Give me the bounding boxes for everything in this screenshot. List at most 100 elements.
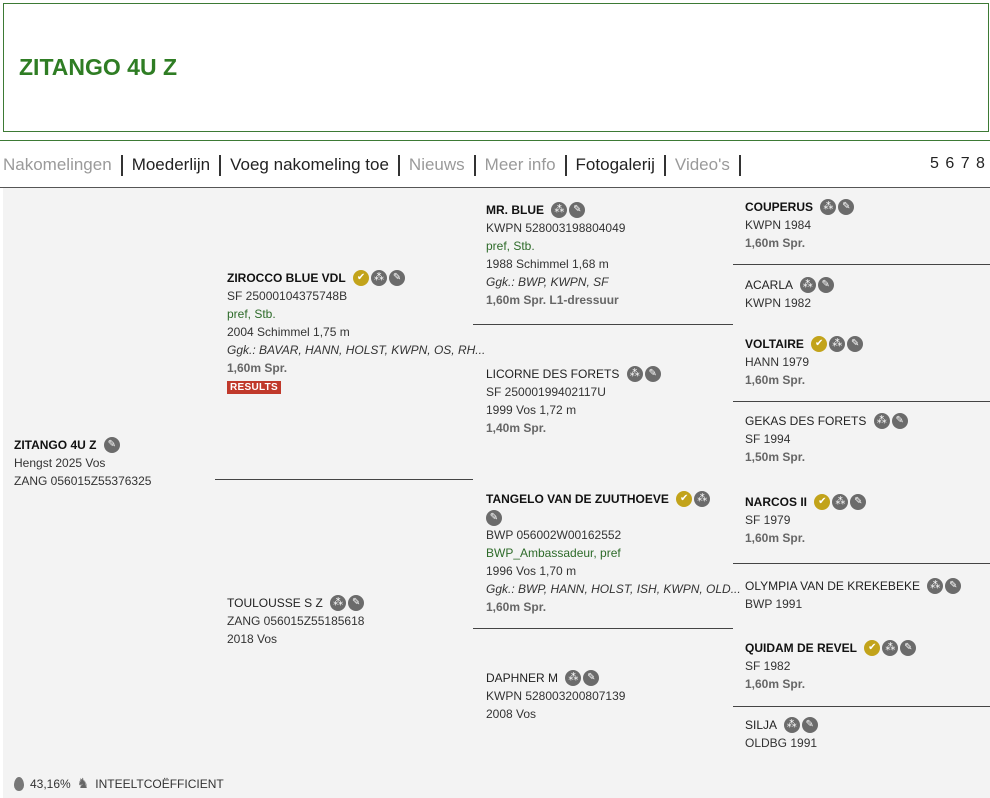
nav-voeg-nakomeling[interactable]: Voeg nakomeling toe [230,155,389,175]
nav-separator [219,154,222,176]
award-icon[interactable]: ✔ [811,335,828,352]
ssd-name[interactable]: ACARLA [745,278,792,292]
page-title: ZITANGO 4U Z [19,54,178,80]
pedigree-icon[interactable]: ⁂ [820,198,837,215]
sd-performance: 1,40m Spr. [486,421,547,435]
edit-icon[interactable]: ✎ [838,198,855,215]
edit-icon[interactable]: ✎ [817,276,834,293]
dam-reg: ZANG 056015Z55185618 [227,614,365,628]
dam-sire: TANGELO VAN DE ZUUTHOEVE ✔ ⁂ ✎ BWP 05600… [486,490,741,616]
edit-icon[interactable]: ✎ [569,201,586,218]
sss-name[interactable]: COUPERUS [745,200,813,214]
sire: ZIROCCO BLUE VDL ✔ ⁂ ✎ SF 25000104375748… [227,269,485,395]
sire-sire: MR. BLUE ⁂ ✎ KWPN 528003198804049 pref, … [486,201,625,309]
dd-name[interactable]: DAPHNER M [486,671,558,685]
nav-fotogalerij[interactable]: Fotogalerij [576,155,655,175]
edit-icon[interactable]: ✎ [891,412,908,429]
divider [215,479,473,480]
ssd-info: KWPN 1982 [745,296,812,310]
pedigree-icon[interactable]: ⁂ [832,493,849,510]
sire-dam: LICORNE DES FORETS ⁂ ✎ SF 25000199402117… [486,365,661,437]
nav-separator [738,154,741,176]
header-box: ZITANGO 4U Z [3,3,989,132]
edit-icon[interactable]: ✎ [389,269,406,286]
nav-meer-info[interactable]: Meer info [485,155,556,175]
edit-icon[interactable]: ✎ [583,669,600,686]
dam-name[interactable]: TOULOUSSE S Z [227,596,323,610]
ss-name[interactable]: MR. BLUE [486,203,544,217]
generation-pages[interactable]: 5 6 7 8 9 [930,155,990,173]
ss-predicate: pref, Stb. [486,239,535,253]
pedigree-icon[interactable]: ⁂ [330,594,347,611]
nav-videos[interactable]: Video's [675,155,730,175]
subject-reg: ZANG 056015Z55376325 [14,474,152,488]
sdd: GEKAS DES FORETS ⁂ ✎ SF 1994 1,50m Spr. [745,412,908,466]
ds-name[interactable]: TANGELO VAN DE ZUUTHOEVE [486,492,669,506]
edit-icon[interactable]: ✎ [486,509,502,526]
pedigree-icon[interactable]: ⁂ [882,639,899,656]
pedigree-icon[interactable]: ⁂ [626,365,643,382]
dss-info: SF 1979 [745,513,791,527]
header-divider [0,140,990,141]
sd-info: 1999 Vos 1,72 m [486,403,577,417]
ssd: ACARLA ⁂ ✎ KWPN 1982 [745,276,834,312]
pedigree-tree: ZITANGO 4U Z ✎ Hengst 2025 Vos ZANG 0560… [3,188,990,798]
nav-separator [397,154,400,176]
sd-name[interactable]: LICORNE DES FORETS [486,367,619,381]
pedigree-icon[interactable]: ⁂ [565,669,582,686]
sire-name[interactable]: ZIROCCO BLUE VDL [227,271,346,285]
edit-icon[interactable]: ✎ [945,577,962,594]
sds-name[interactable]: VOLTAIRE [745,337,804,351]
dd-info: 2008 Vos [486,707,537,721]
divider [473,628,733,629]
nav-nieuws[interactable]: Nieuws [409,155,465,175]
pedigree-icon[interactable]: ⁂ [799,276,816,293]
sdd-name[interactable]: GEKAS DES FORETS [745,414,866,428]
nav-nakomelingen[interactable]: Nakomelingen [3,155,112,175]
award-icon[interactable]: ✔ [814,493,831,510]
nav-separator [473,154,476,176]
edit-icon[interactable]: ✎ [847,335,864,352]
award-icon[interactable]: ✔ [353,269,370,286]
pedigree-icon[interactable]: ⁂ [371,269,388,286]
dds-name[interactable]: QUIDAM DE REVEL [745,641,857,655]
horse-icon: ♞ [76,775,90,791]
dss-name[interactable]: NARCOS II [745,495,807,509]
dds: QUIDAM DE REVEL ✔ ⁂ ✎ SF 1982 1,60m Spr. [745,639,917,693]
edit-icon[interactable]: ✎ [103,436,120,453]
inbreeding-label: INTEELTCOËFFICIENT [95,776,224,791]
pedigree-icon[interactable]: ⁂ [783,716,800,733]
edit-icon[interactable]: ✎ [644,365,661,382]
drop-icon [14,776,24,791]
sds-info: HANN 1979 [745,355,810,369]
divider [733,563,990,564]
subject-name[interactable]: ZITANGO 4U Z [14,438,96,452]
award-icon[interactable]: ✔ [676,490,693,507]
dam-info: 2018 Vos [227,632,278,646]
results-badge[interactable]: RESULTS [227,381,282,394]
nav-separator [564,154,567,176]
edit-icon[interactable]: ✎ [900,639,917,656]
pedigree-icon[interactable]: ⁂ [927,577,944,594]
edit-icon[interactable]: ✎ [801,716,818,733]
sds: VOLTAIRE ✔ ⁂ ✎ HANN 1979 1,60m Spr. [745,335,864,389]
edit-icon[interactable]: ✎ [348,594,365,611]
dd-reg: KWPN 528003200807139 [486,689,626,703]
ddd-name[interactable]: SILJA [745,718,776,732]
divider [473,324,733,325]
dsd-name[interactable]: OLYMPIA VAN DE KREKEBEKE [745,579,920,593]
pedigree-icon[interactable]: ⁂ [694,490,711,507]
divider [733,264,990,265]
edit-icon[interactable]: ✎ [850,493,867,510]
ddd-info: OLDBG 1991 [745,736,818,750]
nav-bar: Nakomelingen Moederlijn Voeg nakomeling … [3,152,750,178]
nav-moederlijn[interactable]: Moederlijn [132,155,210,175]
sss: COUPERUS ⁂ ✎ KWPN 1984 1,60m Spr. [745,198,855,252]
award-icon[interactable]: ✔ [864,639,881,656]
pedigree-icon[interactable]: ⁂ [551,201,568,218]
ss-ggk: Ggk.: BWP, KWPN, SF [486,275,609,289]
sire-ggk: Ggk.: BAVAR, HANN, HOLST, KWPN, OS, RH..… [227,343,486,357]
inbreeding-footer: 43,16% ♞ INTEELTCOËFFICIENT [14,775,224,792]
pedigree-icon[interactable]: ⁂ [829,335,846,352]
pedigree-icon[interactable]: ⁂ [873,412,890,429]
